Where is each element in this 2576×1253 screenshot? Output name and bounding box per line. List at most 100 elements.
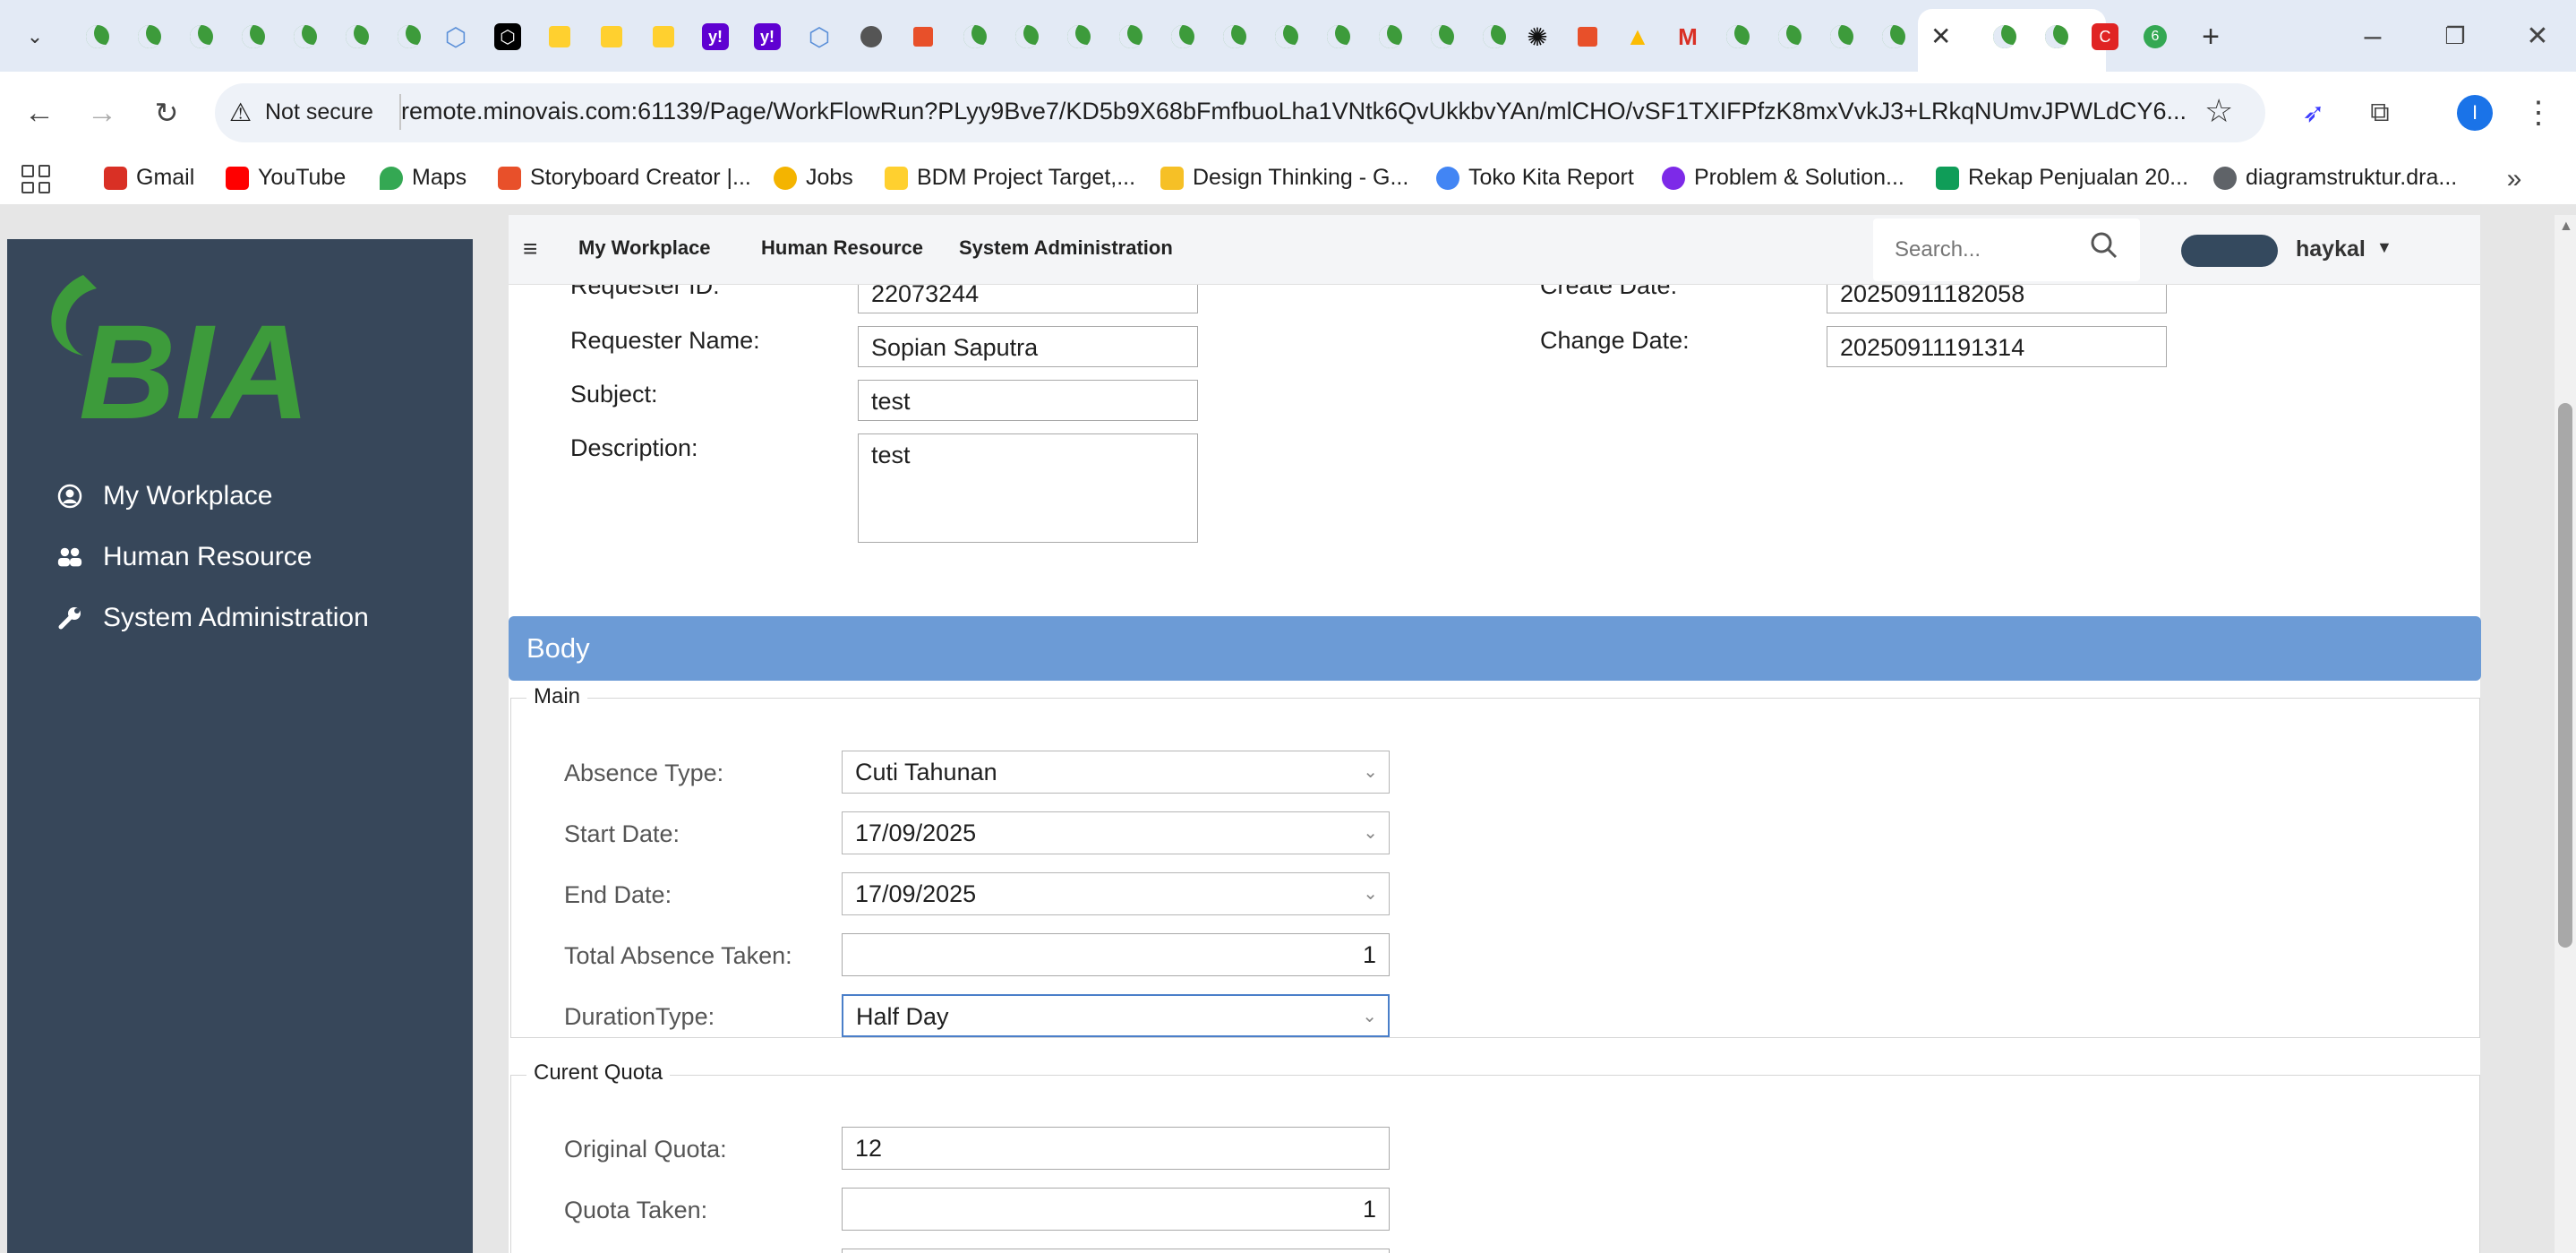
tab-favicon[interactable]	[396, 23, 423, 50]
minimize-icon[interactable]: –	[2355, 18, 2391, 54]
close-window-icon[interactable]: ✕	[2520, 18, 2555, 54]
tab-favicon[interactable]	[1221, 23, 1248, 50]
apps-grid-icon[interactable]	[18, 161, 54, 197]
absence-type-select[interactable]: Cuti Tahunan ⌄	[842, 751, 1390, 794]
scrollbar-thumb[interactable]	[2558, 403, 2572, 948]
tab-favicon[interactable]	[1776, 23, 1803, 50]
bookmark-gmail[interactable]: Gmail	[104, 165, 194, 191]
sidebar-item-my-workplace[interactable]: My Workplace	[56, 481, 273, 511]
tab-storyboard-icon[interactable]	[1574, 23, 1601, 50]
tab-favicon[interactable]	[1325, 23, 1352, 50]
extension-rocket-icon[interactable]: ➶	[2294, 93, 2333, 133]
new-tab-icon[interactable]: +	[2197, 20, 2224, 54]
tab-favicon[interactable]	[344, 23, 371, 50]
tab-favicon[interactable]	[1724, 23, 1751, 50]
tab-favicon[interactable]	[1117, 23, 1144, 50]
tab-favicon[interactable]	[962, 23, 988, 50]
end-date-picker[interactable]: 17/09/2025 ⌄	[842, 872, 1390, 915]
scroll-up-icon[interactable]: ▲	[2559, 219, 2573, 235]
tab-gmail-icon[interactable]: M	[1674, 23, 1701, 50]
page-scrollbar[interactable]: ▲	[2555, 215, 2576, 1253]
description-label: Description:	[570, 434, 698, 461]
profile-avatar[interactable]: I	[2455, 93, 2495, 133]
tab-favicon[interactable]	[1481, 23, 1508, 50]
tab-globe-icon[interactable]	[858, 23, 885, 50]
start-date-picker[interactable]: 17/09/2025 ⌄	[842, 811, 1390, 854]
requester-name-field[interactable]: Sopian Saputra	[858, 326, 1198, 367]
tab-storyboard-icon[interactable]	[910, 23, 937, 50]
bookmark-diagram[interactable]: diagramstruktur.dra...	[2213, 165, 2457, 191]
change-date-field[interactable]: 20250911191314	[1827, 326, 2167, 367]
tab-favicon[interactable]	[1273, 23, 1300, 50]
close-tab-icon[interactable]: ✕	[1930, 21, 1951, 51]
sidebar: BIA My Workplace Human Resource System A…	[7, 239, 473, 1253]
tab-miro-icon[interactable]	[598, 23, 625, 50]
reload-icon[interactable]: ↻	[149, 95, 184, 131]
tab-miro-icon[interactable]	[546, 23, 573, 50]
bookmark-star-icon[interactable]: ☆	[2204, 92, 2233, 130]
tab-favicon[interactable]	[1065, 23, 1092, 50]
original-quota-field[interactable]: 12	[842, 1127, 1390, 1170]
menu-kebab-icon[interactable]: ⋮	[2523, 93, 2554, 133]
tab-favicon[interactable]	[1828, 23, 1855, 50]
topnav-my-workplace[interactable]: My Workplace	[578, 236, 711, 260]
url-text[interactable]: remote.minovais.com:61139/Page/WorkFlowR…	[401, 98, 2201, 125]
bookmark-toko-kita[interactable]: Toko Kita Report	[1436, 165, 1634, 191]
topnav-system-administration[interactable]: System Administration	[959, 236, 1173, 260]
forward-icon[interactable]: →	[84, 95, 120, 131]
bookmark-problem-solution[interactable]: Problem & Solution...	[1662, 165, 1904, 191]
search-input[interactable]	[1895, 235, 2083, 265]
more-bookmarks-icon[interactable]: »	[2498, 161, 2530, 197]
quota-taken-field[interactable]: 1	[842, 1188, 1390, 1231]
end-date-label: End Date:	[564, 881, 672, 908]
restore-icon[interactable]: ❐	[2437, 18, 2473, 54]
topnav-human-resource[interactable]: Human Resource	[761, 236, 923, 260]
user-caret-icon[interactable]: ▼	[2376, 238, 2392, 257]
total-absence-field[interactable]: 1	[842, 933, 1390, 976]
tab-drive-icon[interactable]: ▲	[1624, 22, 1651, 50]
subject-field[interactable]: test	[858, 380, 1198, 421]
duration-type-select[interactable]: Half Day ⌄	[842, 994, 1390, 1037]
bookmark-storyboard[interactable]: Storyboard Creator |...	[498, 165, 751, 191]
tab-cube-icon[interactable]: ⬡	[806, 23, 833, 51]
tab-badge-icon[interactable]: 6	[2142, 23, 2169, 50]
security-label[interactable]: Not secure	[265, 99, 373, 125]
bookmark-jobs[interactable]: Jobs	[774, 165, 853, 191]
tab-cube-icon[interactable]: ⬡	[442, 23, 469, 51]
tab-yahoo-icon[interactable]: y!	[702, 23, 729, 50]
tab-favicon[interactable]	[188, 23, 215, 50]
tab-favicon[interactable]	[1429, 23, 1456, 50]
tab-search-icon[interactable]: ⌄	[21, 23, 48, 50]
tab-miro-icon[interactable]	[650, 23, 677, 50]
chevron-down-icon: ⌄	[1363, 884, 1378, 904]
avatar[interactable]	[2181, 235, 2278, 267]
bookmark-maps[interactable]: Maps	[380, 165, 466, 191]
back-icon[interactable]: ←	[21, 95, 57, 131]
sidebar-item-system-administration[interactable]: System Administration	[56, 603, 369, 633]
bookmark-bdm[interactable]: BDM Project Target,...	[885, 165, 1135, 191]
tab-openai-icon[interactable]: ⬡	[494, 23, 521, 50]
tab-favicon[interactable]	[2043, 23, 2070, 50]
tab-red-icon[interactable]: C	[2092, 23, 2118, 50]
extensions-puzzle-icon[interactable]: ⧉	[2360, 93, 2400, 133]
tab-favicon[interactable]	[1991, 23, 2018, 50]
sidebar-item-human-resource[interactable]: Human Resource	[56, 542, 312, 572]
search-icon[interactable]	[2088, 229, 2124, 265]
tab-favicon[interactable]	[136, 23, 163, 50]
hamburger-menu-icon[interactable]: ≡	[523, 235, 537, 263]
bookmark-design-thinking[interactable]: Design Thinking - G...	[1160, 165, 1408, 191]
bookmark-youtube[interactable]: YouTube	[226, 165, 346, 191]
tab-chatgpt-icon[interactable]: ✺	[1524, 23, 1551, 51]
bookmark-rekap[interactable]: Rekap Penjualan 20...	[1936, 165, 2188, 191]
tab-favicon[interactable]	[240, 23, 267, 50]
tab-favicon[interactable]	[1880, 23, 1907, 50]
tab-yahoo-icon[interactable]: y!	[754, 23, 781, 50]
tab-favicon[interactable]	[1169, 23, 1196, 50]
address-bar[interactable]: ⚠ Not secure remote.minovais.com:61139/P…	[215, 83, 2265, 142]
description-textarea[interactable]: test	[858, 433, 1198, 543]
username-label[interactable]: haykal	[2296, 236, 2366, 262]
tab-favicon[interactable]	[292, 23, 319, 50]
tab-favicon[interactable]	[1377, 23, 1404, 50]
tab-favicon[interactable]	[84, 23, 111, 50]
tab-favicon[interactable]	[1014, 23, 1040, 50]
